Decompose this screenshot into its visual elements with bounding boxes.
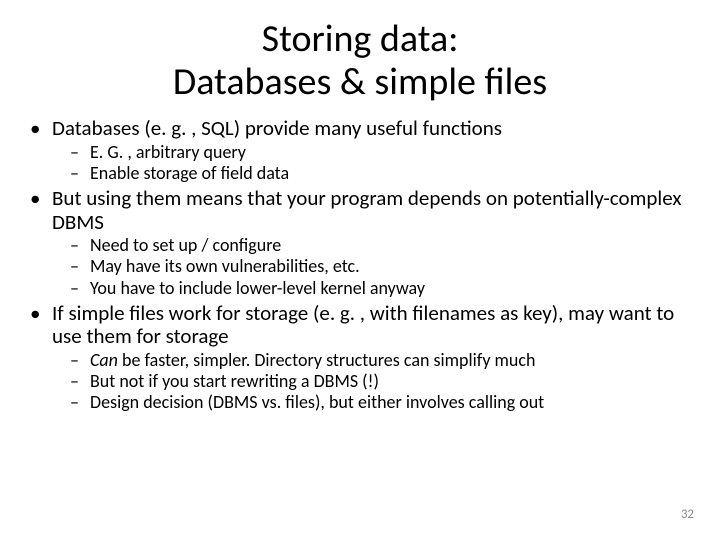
sub-bullet-text: You have to include lower-level kernel a… <box>90 277 425 299</box>
bullet-text: But using them means that your program d… <box>52 185 681 235</box>
sub-bullet-italic: Can <box>90 349 118 371</box>
bullet-item: If simple files work for storage (e. g. … <box>52 302 698 414</box>
sub-bullet-item: Need to set up / configure <box>90 235 698 256</box>
sub-bullet-item: E. G. , arbitrary query <box>90 142 698 163</box>
sub-bullet-text: Enable storage of field data <box>90 162 289 184</box>
sub-bullet-item: But not if you start rewriting a DBMS (!… <box>90 371 698 392</box>
sub-bullet-text: But not if you start rewriting a DBMS (!… <box>90 370 379 392</box>
sub-bullet-text: Need to set up / configure <box>90 234 281 256</box>
sub-bullet-text: Design decision (DBMS vs. files), but ei… <box>90 391 544 413</box>
bullet-list-level1: Databases (e. g. , SQL) provide many use… <box>22 117 698 413</box>
bullet-item: Databases (e. g. , SQL) provide many use… <box>52 117 698 184</box>
sub-bullet-item: You have to include lower-level kernel a… <box>90 278 698 299</box>
sub-bullet-text: be faster, simpler. Directory structures… <box>118 349 536 371</box>
bullet-text: If simple files work for storage (e. g. … <box>52 300 674 350</box>
bullet-list-level2: E. G. , arbitrary query Enable storage o… <box>52 142 698 184</box>
bullet-list-level2: Need to set up / configure May have its … <box>52 235 698 299</box>
title-line-1: Storing data: <box>262 16 459 62</box>
sub-bullet-text: May have its own vulnerabilities, etc. <box>90 255 360 277</box>
sub-bullet-text: E. G. , arbitrary query <box>90 141 246 163</box>
title-line-2: Databases & simple files <box>173 59 547 105</box>
page-number: 32 <box>681 507 694 522</box>
bullet-text: Databases (e. g. , SQL) provide many use… <box>52 115 502 141</box>
sub-bullet-item: Enable storage of field data <box>90 163 698 184</box>
bullet-item: But using them means that your program d… <box>52 187 698 299</box>
slide-title: Storing data: Databases & simple files <box>22 18 698 103</box>
sub-bullet-item: May have its own vulnerabilities, etc. <box>90 256 698 277</box>
bullet-list-level2: Can be faster, simpler. Directory struct… <box>52 350 698 414</box>
sub-bullet-item: Design decision (DBMS vs. files), but ei… <box>90 392 698 413</box>
sub-bullet-item: Can be faster, simpler. Directory struct… <box>90 350 698 371</box>
slide-body: Databases (e. g. , SQL) provide many use… <box>22 117 698 413</box>
